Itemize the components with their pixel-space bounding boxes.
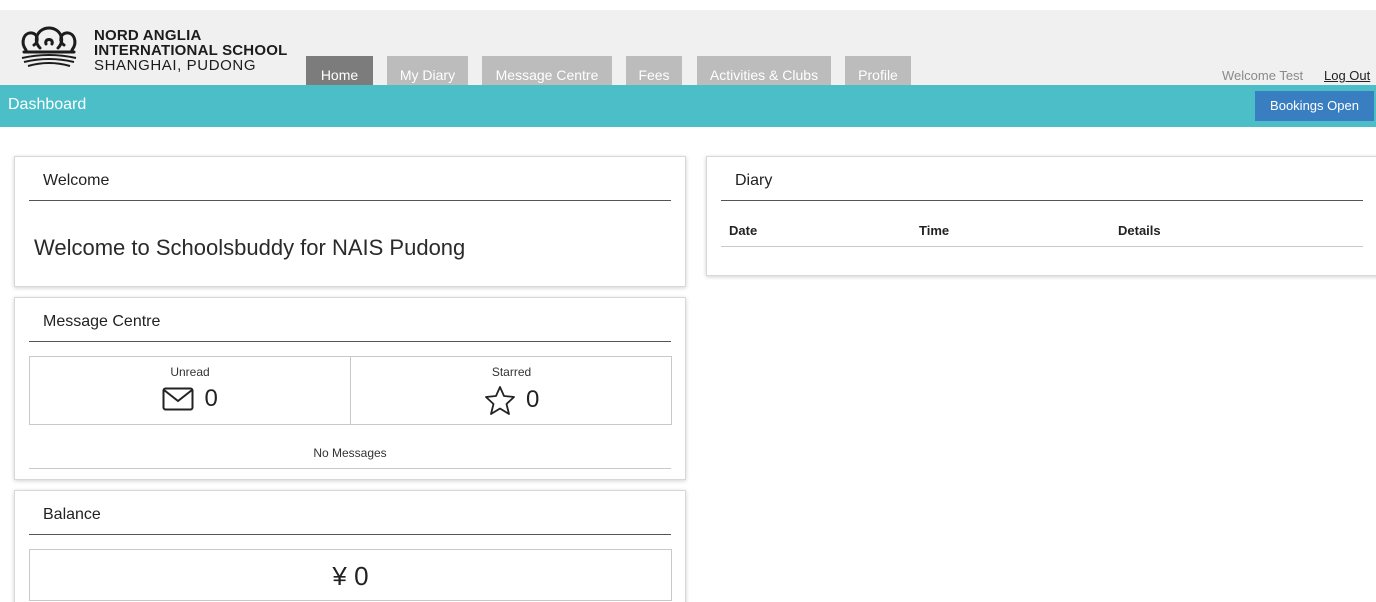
unread-counter[interactable]: Unread 0: [30, 357, 351, 424]
diary-panel-title: Diary: [735, 172, 773, 189]
diary-table-header: Date Time Details: [721, 221, 1363, 247]
unread-count: 0: [204, 385, 218, 412]
page-title: Dashboard: [8, 96, 87, 113]
balance-panel: Balance ¥ 0: [14, 490, 686, 602]
message-panel-title: Message Centre: [43, 313, 161, 330]
welcome-panel: Welcome Welcome to Schoolsbuddy for NAIS…: [14, 156, 686, 287]
unread-label: Unread: [170, 365, 210, 379]
envelope-icon: [162, 387, 194, 411]
top-header: NORD ANGLIA INTERNATIONAL SCHOOL SHANGHA…: [0, 0, 1376, 95]
diary-col-date: Date: [729, 223, 758, 238]
welcome-message: Welcome to Schoolsbuddy for NAIS Pudong: [34, 235, 466, 260]
school-name-line2: INTERNATIONAL SCHOOL: [94, 42, 288, 59]
balance-panel-title: Balance: [43, 506, 101, 523]
balance-value: ¥ 0: [332, 561, 369, 591]
dashboard-bar: Dashboard Bookings Open: [0, 85, 1376, 127]
welcome-user-text: Welcome Test: [1222, 68, 1304, 83]
starred-count: 0: [526, 386, 540, 413]
school-name-line3: SHANGHAI, PUDONG: [94, 57, 257, 74]
logout-link[interactable]: Log Out: [1324, 68, 1370, 83]
welcome-panel-header: Welcome: [29, 157, 671, 201]
diary-panel-header: Diary: [721, 157, 1363, 201]
balance-panel-header: Balance: [29, 491, 671, 535]
welcome-panel-title: Welcome: [43, 172, 110, 189]
bookings-open-button[interactable]: Bookings Open: [1255, 91, 1374, 121]
message-counters: Unread 0 Starred 0: [29, 356, 672, 425]
message-panel-header: Message Centre: [29, 298, 671, 342]
school-name-line1: NORD ANGLIA: [94, 27, 202, 44]
diary-col-details: Details: [1118, 223, 1161, 238]
diary-col-time: Time: [919, 223, 950, 238]
balance-box: ¥ 0: [29, 549, 672, 601]
crown-crest-icon: [21, 26, 77, 67]
starred-label: Starred: [491, 365, 532, 379]
school-name: NORD ANGLIA INTERNATIONAL SCHOOL SHANGHA…: [94, 28, 287, 73]
unread-row: 0: [30, 385, 350, 413]
diary-panel: Diary Date Time Details: [706, 156, 1376, 276]
divider: [29, 468, 671, 469]
no-messages-text: No Messages: [313, 446, 387, 460]
starred-row: 0: [351, 385, 672, 415]
starred-counter[interactable]: Starred 0: [351, 357, 672, 424]
message-centre-panel: Message Centre Unread 0 Starred 0 No Mes…: [14, 297, 686, 480]
star-icon: [484, 386, 515, 415]
